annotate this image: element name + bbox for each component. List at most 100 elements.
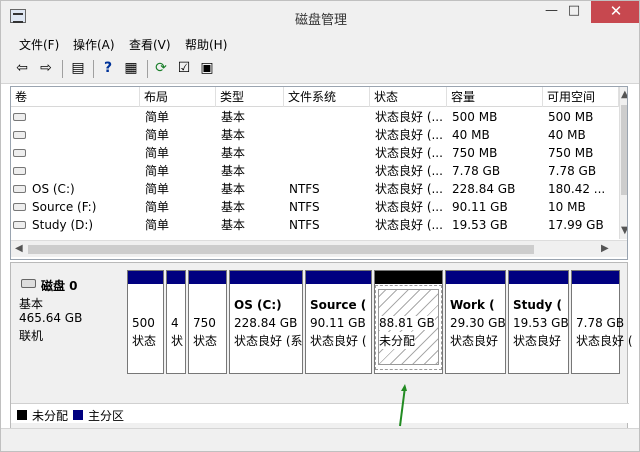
minimize-button[interactable]: —	[541, 1, 562, 23]
volume-name	[28, 126, 138, 144]
partition-status: 状态良好 (	[310, 334, 367, 348]
partition-study-d[interactable]: Study ( 19.53 GB 状态良好	[508, 270, 569, 374]
primary-partition-legend-swatch	[73, 410, 83, 420]
partition-title: Work (	[450, 298, 495, 312]
drive-icon	[13, 185, 26, 193]
unallocated-legend-label: 未分配	[32, 409, 69, 423]
drive-icon	[13, 203, 26, 211]
disk-management-window: 磁盘管理 — □ ✕ 文件(F) 操作(A) 查看(V) 帮助(H) ⇦ ⇨ ▤…	[0, 0, 640, 452]
partition-size: 29.30 GB	[450, 316, 506, 330]
table-row[interactable]: 简单 基本 状态良好 (... 7.78 GB 7.78 GB	[11, 162, 619, 180]
free-space-value: 17.99 GB	[548, 218, 604, 232]
status-value: 状态良好 (...	[375, 128, 443, 142]
column-free-space[interactable]: 可用空间	[543, 87, 619, 107]
disk-info-panel[interactable]: 磁盘 0 基本 465.64 GB 联机	[11, 263, 125, 374]
column-volume[interactable]: 卷	[11, 87, 140, 107]
partition-size: 90.11 GB	[310, 316, 366, 330]
partition-source-f[interactable]: Source ( 90.11 GB 状态良好 (	[305, 270, 372, 374]
filesystem-value	[285, 162, 369, 180]
table-row[interactable]: 简单 基本 状态良好 (... 500 MB 500 MB	[11, 108, 619, 126]
menu-action[interactable]: 操作(A)	[73, 36, 115, 53]
filesystem-value	[285, 126, 369, 144]
menu-help[interactable]: 帮助(H)	[185, 36, 227, 53]
layout-value: 简单	[145, 218, 170, 232]
partition-500mb[interactable]: 500 状态	[127, 270, 164, 374]
scroll-up-arrow-icon[interactable]: ▲	[621, 89, 627, 100]
partition-750mb[interactable]: 750 状态	[188, 270, 227, 374]
vertical-scrollbar[interactable]: ▲ ▼	[619, 87, 627, 239]
partition-status: 状	[171, 334, 184, 348]
legend: 未分配 主分区	[11, 403, 629, 423]
disk-state: 联机	[19, 329, 44, 343]
partition-os-c[interactable]: OS (C:) 228.84 GB 状态良好 (系	[229, 270, 303, 374]
vertical-scroll-thumb[interactable]	[621, 105, 627, 195]
scroll-right-arrow-icon[interactable]: ▶	[601, 243, 609, 254]
menu-view[interactable]: 查看(V)	[129, 36, 171, 53]
partition-strip: 500 状态 4 状 750 状态 OS (C:) 228.84 GB 状态良好…	[127, 270, 633, 376]
scroll-left-arrow-icon[interactable]: ◀	[15, 243, 23, 254]
status-value: 状态良好 (...	[375, 182, 443, 196]
title-bar: 磁盘管理 — □ ✕	[1, 1, 639, 34]
unallocated-legend-swatch	[17, 410, 27, 420]
partition-40mb[interactable]: 4 状	[166, 270, 186, 374]
free-space-value: 500 MB	[548, 110, 594, 124]
table-row[interactable]: 简单 基本 状态良好 (... 40 MB 40 MB	[11, 126, 619, 144]
filesystem-value: NTFS	[289, 218, 320, 232]
column-layout[interactable]: 布局	[140, 87, 216, 107]
volume-name: OS (C:)	[32, 182, 75, 196]
help-icon[interactable]: ?	[99, 59, 117, 77]
free-space-value: 10 MB	[548, 200, 586, 214]
partition-title: Source (	[310, 298, 367, 312]
table-row[interactable]: Source (F:) 简单 基本 NTFS 状态良好 (... 90.11 G…	[11, 198, 619, 216]
volume-name: Study (D:)	[32, 218, 94, 232]
status-value: 状态良好 (...	[375, 110, 443, 124]
toolbar-separator	[62, 60, 63, 78]
disk-type: 基本	[19, 297, 44, 311]
refresh-icon[interactable]: ⟳	[152, 59, 170, 77]
partition-size: 7.78 GB	[576, 316, 625, 330]
partition-size: 19.53 GB	[513, 316, 569, 330]
unallocated-partition[interactable]: 88.81 GB 未分配	[374, 270, 443, 374]
drive-icon	[13, 221, 26, 229]
toolbar-separator	[93, 60, 94, 78]
free-space-value: 180.42 ...	[548, 182, 606, 196]
back-arrow-icon[interactable]: ⇦	[13, 59, 31, 77]
column-status[interactable]: 状态	[370, 87, 447, 107]
type-value: 基本	[221, 128, 246, 142]
view-icon[interactable]: ▤	[69, 59, 87, 77]
partition-bar	[306, 271, 371, 284]
table-row[interactable]: Study (D:) 简单 基本 NTFS 状态良好 (... 19.53 GB…	[11, 216, 619, 234]
partition-bar	[446, 271, 505, 284]
close-button[interactable]: ✕	[591, 1, 639, 23]
partition-work[interactable]: Work ( 29.30 GB 状态良好	[445, 270, 506, 374]
volume-name	[28, 108, 138, 126]
partition-status: 状态	[132, 334, 157, 348]
maximize-button[interactable]: □	[564, 1, 584, 23]
table-row[interactable]: OS (C:) 简单 基本 NTFS 状态良好 (... 228.84 GB 1…	[11, 180, 619, 198]
forward-arrow-icon[interactable]: ⇨	[37, 59, 55, 77]
volume-list: 卷 布局 类型 文件系统 状态 容量 可用空间 简单 基本 状态良好 (... …	[10, 86, 628, 260]
partition-7-78gb[interactable]: 7.78 GB 状态良好 (	[571, 270, 633, 374]
free-space-value: 40 MB	[548, 128, 586, 142]
menu-bar: 文件(F) 操作(A) 查看(V) 帮助(H)	[1, 34, 639, 54]
horizontal-scrollbar[interactable]: ◀ ▶	[11, 240, 627, 257]
filesystem-value	[285, 108, 369, 126]
table-row[interactable]: 简单 基本 状态良好 (... 750 MB 750 MB	[11, 144, 619, 162]
scroll-down-arrow-icon[interactable]: ▼	[621, 225, 627, 236]
layout-value: 简单	[145, 146, 170, 160]
column-type[interactable]: 类型	[216, 87, 284, 107]
horizontal-scroll-thumb[interactable]	[28, 245, 534, 254]
column-filesystem[interactable]: 文件系统	[284, 87, 370, 107]
free-space-value: 750 MB	[548, 146, 594, 160]
properties-icon[interactable]: ☑	[175, 59, 193, 77]
export-icon[interactable]: ▣	[198, 59, 216, 77]
partition-bar	[509, 271, 568, 284]
column-capacity[interactable]: 容量	[447, 87, 543, 107]
details-icon[interactable]: ▦	[122, 59, 140, 77]
type-value: 基本	[221, 110, 246, 124]
partition-status: 未分配	[379, 332, 416, 349]
status-value: 状态良好 (...	[375, 218, 443, 232]
layout-value: 简单	[145, 164, 170, 178]
menu-file[interactable]: 文件(F)	[19, 36, 59, 53]
filesystem-value	[285, 144, 369, 162]
